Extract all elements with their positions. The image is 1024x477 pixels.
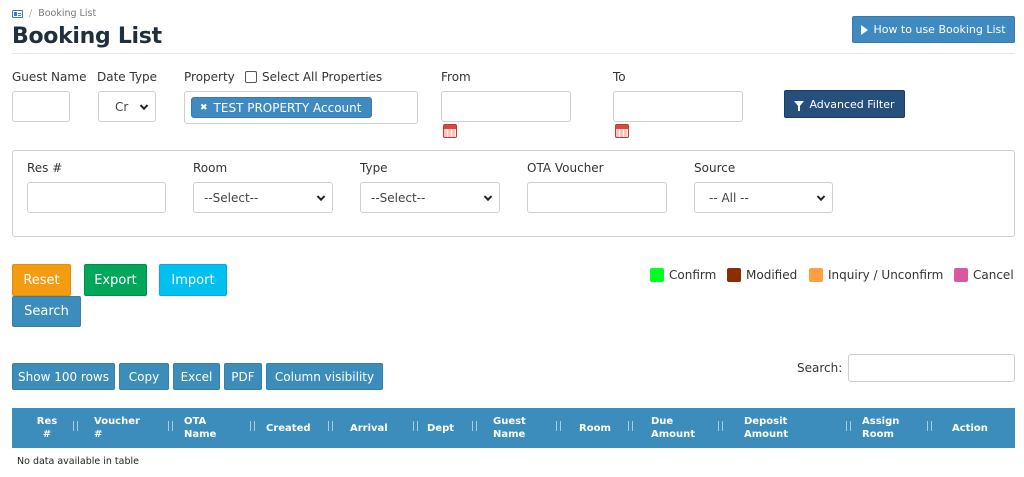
col-guest-name[interactable]: Guest Name	[493, 408, 561, 448]
sort-icon	[471, 420, 479, 432]
sort-icon	[627, 420, 635, 432]
legend-modified: Modified	[727, 268, 797, 282]
col-room[interactable]: Room	[579, 408, 633, 448]
sort-icon	[845, 420, 853, 432]
status-swatch	[650, 268, 664, 282]
res-no-label: Res #	[27, 161, 63, 175]
status-swatch	[954, 268, 968, 282]
legend-cancel: Cancel	[954, 268, 1014, 282]
select-all-properties[interactable]: Select All Properties	[245, 70, 382, 84]
room-select[interactable]: --Select--	[193, 182, 333, 213]
sort-icon	[555, 420, 563, 432]
col-created[interactable]: Created	[266, 408, 333, 448]
filter-icon	[794, 101, 805, 111]
export-button[interactable]: Export	[84, 264, 147, 296]
sort-icon	[327, 420, 335, 432]
chevron-down-icon	[139, 101, 149, 110]
col-voucher[interactable]: Voucher #	[82, 408, 173, 448]
remove-tag-icon[interactable]: ✖	[200, 103, 208, 113]
to-label: To	[613, 70, 626, 84]
sort-icon	[717, 420, 725, 432]
calendar-icon[interactable]	[443, 124, 457, 138]
help-button[interactable]: How to use Booking List	[852, 16, 1015, 43]
property-tag-label: TEST PROPERTY Account	[213, 100, 362, 115]
table-search-input[interactable]	[848, 354, 1015, 382]
sort-icon	[926, 420, 934, 432]
date-type-select[interactable]: Cr	[98, 91, 156, 122]
legend-label: Modified	[746, 268, 798, 282]
excel-button[interactable]: Excel	[173, 363, 220, 390]
reset-button[interactable]: Reset	[12, 264, 71, 296]
col-deposit-amount[interactable]: Deposit Amount	[744, 408, 851, 448]
from-date-input[interactable]	[441, 91, 571, 122]
status-swatch	[809, 268, 823, 282]
copy-button[interactable]: Copy	[119, 363, 169, 390]
to-date-input[interactable]	[613, 91, 743, 122]
col-due-amount[interactable]: Due Amount	[651, 408, 723, 448]
advanced-filter-button[interactable]: Advanced Filter	[784, 90, 905, 118]
table-header: Res # Voucher # OTA Name Created Arrival De…	[12, 408, 1015, 448]
select-all-label: Select All Properties	[262, 70, 383, 84]
show-rows-button[interactable]: Show 100 rows	[12, 363, 115, 390]
col-dept[interactable]: Dept	[427, 408, 477, 448]
property-tag: ✖ TEST PROPERTY Account	[191, 97, 373, 118]
room-select-value: --Select--	[204, 190, 259, 205]
type-select[interactable]: --Select--	[360, 182, 500, 213]
sort-icon	[249, 420, 257, 432]
table-empty-message: No data available in table	[17, 456, 139, 467]
legend-label: Confirm	[669, 268, 717, 282]
advanced-filter-label: Advanced Filter	[809, 97, 895, 111]
room-label: Room	[193, 161, 228, 175]
table-search-label: Search:	[797, 361, 843, 375]
sort-icon	[72, 420, 80, 432]
source-label: Source	[694, 161, 736, 175]
type-select-value: --Select--	[371, 190, 426, 205]
legend-label: Cancel	[973, 268, 1014, 282]
col-assign-room[interactable]: Assign Room	[862, 408, 932, 448]
type-label: Type	[360, 161, 388, 175]
legend-confirm: Confirm	[650, 268, 716, 282]
sort-icon	[167, 420, 175, 432]
date-type-value: Cr	[115, 99, 129, 114]
play-icon	[861, 24, 869, 35]
calendar-icon[interactable]	[615, 124, 629, 138]
sort-icon	[412, 420, 420, 432]
chevron-down-icon	[483, 192, 493, 201]
pdf-button[interactable]: PDF	[224, 363, 262, 390]
col-action[interactable]: Action	[952, 408, 1002, 448]
dashboard-icon[interactable]	[12, 9, 23, 18]
page-title: Booking List	[12, 24, 162, 49]
col-res[interactable]: Res #	[12, 408, 82, 448]
breadcrumb: / Booking List	[12, 8, 96, 19]
from-label: From	[441, 70, 471, 84]
search-button[interactable]: Search	[12, 296, 81, 327]
date-type-label: Date Type	[97, 70, 158, 84]
ota-voucher-label: OTA Voucher	[527, 161, 604, 175]
breadcrumb-current: Booking List	[38, 8, 97, 19]
legend-label: Inquiry / Unconfirm	[828, 268, 944, 282]
chevron-down-icon	[816, 192, 826, 201]
property-label: Property	[184, 70, 235, 84]
res-no-input[interactable]	[27, 182, 166, 213]
header-divider	[12, 53, 1015, 54]
source-select-value: -- All --	[709, 190, 749, 205]
select-all-checkbox[interactable]	[245, 71, 257, 83]
col-arrival[interactable]: Arrival	[350, 408, 418, 448]
import-button[interactable]: Import	[159, 264, 227, 296]
chevron-down-icon	[316, 192, 326, 201]
breadcrumb-separator: /	[29, 8, 33, 19]
col-ota-name[interactable]: OTA Name	[184, 408, 255, 448]
status-swatch	[727, 268, 741, 282]
guest-name-label: Guest Name	[12, 70, 87, 84]
column-visibility-button[interactable]: Column visibility	[266, 363, 383, 390]
help-button-label: How to use Booking List	[873, 23, 1006, 36]
source-select[interactable]: -- All --	[694, 182, 833, 213]
guest-name-input[interactable]	[12, 91, 70, 122]
ota-voucher-input[interactable]	[527, 182, 667, 213]
legend-inquiry: Inquiry / Unconfirm	[809, 268, 943, 282]
